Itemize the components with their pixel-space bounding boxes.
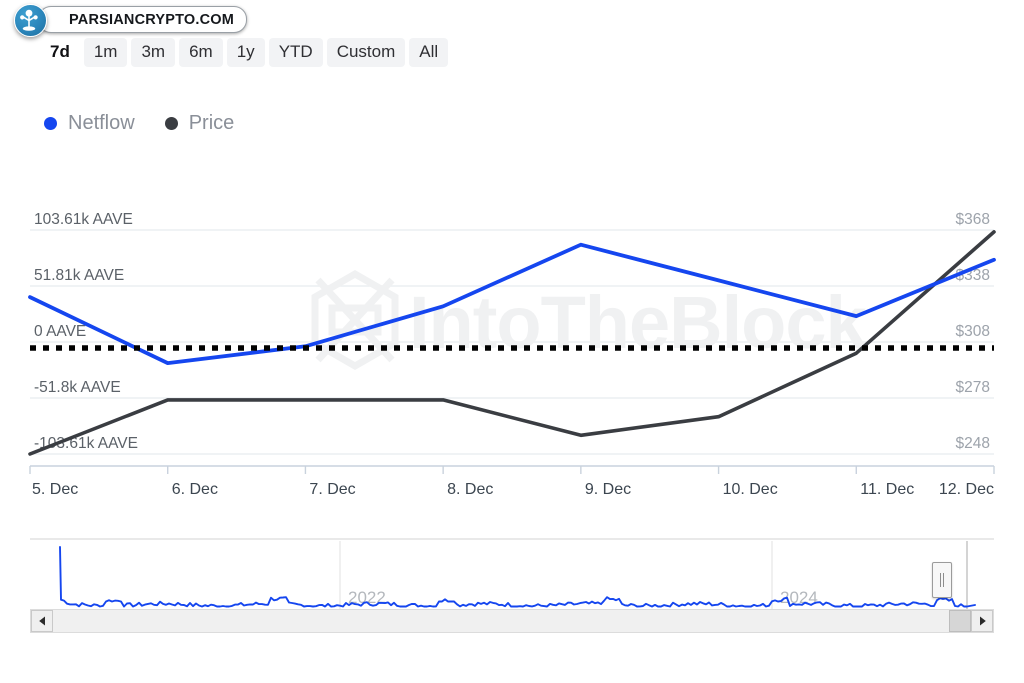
range-tab-3m[interactable]: 3m xyxy=(131,38,176,67)
left-axis-tick-label: -103.61k AAVE xyxy=(34,435,138,452)
x-axis-ticks xyxy=(29,466,995,474)
legend-label-price: Price xyxy=(188,112,235,134)
x-axis-tick-label: 9. Dec xyxy=(585,481,631,498)
chart-scrollbar[interactable] xyxy=(30,609,994,633)
navigator-drag-handle[interactable] xyxy=(932,562,952,598)
legend-dot-icon-netflow xyxy=(44,117,57,130)
left-axis-tick-label: 103.61k AAVE xyxy=(34,211,133,228)
x-axis-tick-label: 7. Dec xyxy=(309,481,355,498)
range-tab-7d[interactable]: 7d xyxy=(40,38,80,67)
x-axis-tick-label: 6. Dec xyxy=(172,481,218,498)
left-axis-tick-label: 51.81k AAVE xyxy=(34,267,124,284)
site-watermark-pill: PARSIANCRYPTO.COM xyxy=(38,6,248,33)
legend-label-netflow: Netflow xyxy=(68,112,135,134)
right-axis-tick-label: $278 xyxy=(956,379,990,396)
scrollbar-track[interactable] xyxy=(30,609,994,633)
scrollbar-right-button[interactable] xyxy=(971,610,993,632)
x-axis-tick-label: 5. Dec xyxy=(32,481,78,498)
x-axis-tick-label: 10. Dec xyxy=(723,481,778,498)
intotheblock-watermark-label: IntoTheBlock xyxy=(409,281,868,364)
legend-dot-icon-price xyxy=(164,117,178,130)
main-chart[interactable]: IntoTheBlock 103.61k AAVE 51.81k AAVE 0 AA… xyxy=(0,0,1024,520)
range-tab-custom[interactable]: Custom xyxy=(326,38,406,67)
range-tab-ytd[interactable]: YTD xyxy=(268,38,323,67)
range-tab-6m[interactable]: 6m xyxy=(179,38,223,67)
intotheblock-cube-icon xyxy=(311,269,399,371)
chart-legend: Netflow Price xyxy=(44,112,234,135)
range-tab-all[interactable]: All xyxy=(409,38,449,67)
drag-handle-icon xyxy=(940,573,941,587)
scrollbar-thumb[interactable] xyxy=(949,610,971,632)
right-axis-labels: $368$338$308$278$248 xyxy=(956,211,990,452)
x-axis-tick-label: 8. Dec xyxy=(447,481,493,498)
right-axis-tick-label: $368 xyxy=(956,211,990,228)
scrollbar-left-button[interactable] xyxy=(31,610,53,632)
triangle-left-icon xyxy=(38,616,45,626)
legend-item-price[interactable]: Price xyxy=(164,112,235,135)
range-tab-1y[interactable]: 1y xyxy=(226,38,265,67)
x-axis-tick-label: 11. Dec xyxy=(860,481,914,498)
navigator-sparkline xyxy=(59,546,976,608)
left-axis-tick-label: -51.8k AAVE xyxy=(34,379,121,396)
right-axis-tick-label: $248 xyxy=(956,435,990,452)
x-axis-labels: 5. Dec 6. Dec 7. Dec 8. Dec 9. Dec 10. Dec 11.… xyxy=(32,481,994,498)
left-axis-tick-label: 0 AAVE xyxy=(34,323,86,340)
range-selector[interactable]: 7d 1m 3m 6m 1y YTD Custom All xyxy=(40,38,449,67)
drag-handle-icon xyxy=(943,573,944,587)
right-axis-tick-label: $308 xyxy=(956,323,990,340)
x-axis-tick-label: 12. Dec xyxy=(939,481,994,498)
x-axis xyxy=(29,465,995,474)
site-watermark-label: PARSIANCRYPTO.COM xyxy=(69,11,235,28)
legend-item-netflow[interactable]: Netflow xyxy=(44,112,135,135)
parsiancrypto-circle-icon xyxy=(14,4,47,37)
triangle-right-icon xyxy=(979,616,986,626)
range-tab-1m[interactable]: 1m xyxy=(83,38,128,67)
